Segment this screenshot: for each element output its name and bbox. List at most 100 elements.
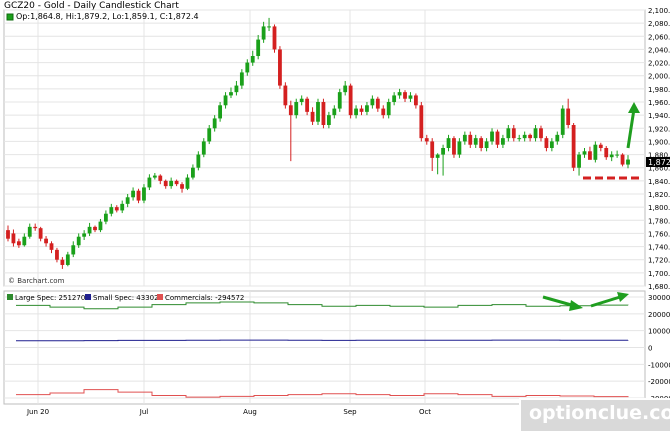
- candle-body: [120, 203, 125, 211]
- candle-body: [174, 180, 179, 185]
- candle-body: [272, 26, 277, 50]
- candle-body: [511, 128, 516, 139]
- candle-body: [484, 141, 489, 148]
- candle-body: [299, 98, 304, 102]
- candle-body: [593, 144, 598, 160]
- candle-body: [419, 105, 424, 139]
- candle-body: [223, 95, 228, 106]
- cot-axis: 3000002000001000000-100000-200000-300000: [648, 294, 670, 403]
- candle-body: [359, 108, 364, 112]
- y-tick-label: 2,000.0: [648, 73, 670, 81]
- candle-body: [196, 154, 201, 168]
- candle-body: [60, 259, 65, 265]
- candle-body: [348, 85, 353, 116]
- y-tick-label: 2,080.0: [648, 20, 670, 28]
- candle-body: [44, 238, 48, 244]
- watermark: © Barchart.com: [8, 277, 65, 285]
- candle-body: [381, 108, 386, 116]
- y-tick-label: 2,100.0: [648, 7, 670, 15]
- y-tick-label: 1,740.0: [648, 244, 670, 252]
- candle-body: [626, 159, 630, 165]
- candle-body: [354, 108, 358, 116]
- candle-body: [180, 184, 184, 189]
- candle-body: [430, 141, 435, 158]
- candle-body: [413, 95, 418, 106]
- cot-y-tick-label: 0: [648, 345, 652, 353]
- price-axis: 1,680.0 1,700.0 1,720.0 1,740.0 1,760.0 1,780…: [648, 7, 670, 291]
- candle-body: [365, 105, 369, 112]
- candle-body: [441, 148, 445, 155]
- candle-body: [218, 105, 223, 119]
- candle-body: [310, 111, 315, 122]
- candle-body: [403, 92, 407, 99]
- candle-body: [11, 233, 16, 244]
- candle-body: [212, 118, 217, 129]
- candle-body: [392, 95, 397, 102]
- cot-y-tick-label: 300000: [648, 294, 670, 302]
- candle-body: [256, 39, 261, 56]
- candle-body: [6, 230, 10, 239]
- candle-body: [27, 226, 32, 237]
- legend-small-spec: Small Spec: 43302: [93, 294, 159, 302]
- candle-body: [82, 233, 87, 237]
- y-tick-label: 1,840.0: [648, 178, 670, 186]
- candle-body: [582, 151, 587, 155]
- last-price-label: 1,872.4: [648, 158, 670, 167]
- y-tick-label: 2,060.0: [648, 33, 670, 41]
- candle-body: [375, 98, 380, 109]
- candle-body: [93, 226, 97, 231]
- price-panel: [3, 9, 646, 287]
- logo-text: optionclue.com: [529, 402, 670, 424]
- candle-body: [305, 98, 310, 112]
- y-tick-label: 1,680.0: [648, 283, 670, 291]
- y-tick-label: 1,800.0: [648, 204, 670, 212]
- candle-body: [16, 241, 21, 246]
- candle-body: [261, 26, 266, 40]
- candle-body: [337, 92, 342, 109]
- y-tick-label: 1,940.0: [648, 112, 670, 120]
- x-tick-label: Jul: [139, 408, 149, 416]
- candle-body: [185, 177, 190, 189]
- candle-body: [549, 141, 554, 148]
- candle-body: [33, 226, 38, 229]
- candle-body: [468, 134, 473, 145]
- chart-svg: 1,680.0 1,700.0 1,720.0 1,740.0 1,760.0 1,780…: [3, 7, 670, 416]
- candle-body: [169, 180, 174, 187]
- candle-body: [566, 108, 571, 125]
- y-tick-label: 1,980.0: [648, 86, 670, 94]
- candle-body: [131, 190, 135, 198]
- candle-body: [125, 197, 130, 204]
- candle-body: [278, 49, 282, 86]
- candle-body: [239, 72, 244, 86]
- candle-body: [588, 151, 592, 160]
- candle-body: [316, 102, 320, 122]
- candle-body: [288, 105, 293, 116]
- candle-body: [229, 92, 233, 96]
- candle-body: [136, 190, 141, 201]
- candle-body: [495, 131, 500, 145]
- candle-body: [147, 177, 152, 188]
- candle-body: [234, 85, 239, 93]
- candle-body: [452, 138, 456, 155]
- candle-body: [560, 108, 565, 135]
- y-tick-label: 2,020.0: [648, 60, 670, 68]
- candle-body: [76, 236, 81, 246]
- candle-body: [343, 85, 348, 93]
- candle-body: [152, 175, 157, 178]
- candle-body: [517, 138, 522, 140]
- y-tick-label: 1,700.0: [648, 270, 670, 278]
- y-tick-label: 1,720.0: [648, 257, 670, 265]
- candle-body: [103, 213, 108, 222]
- candle-body: [201, 141, 206, 155]
- candle-body: [158, 175, 163, 181]
- candle-body: [577, 154, 581, 168]
- candle-body: [55, 249, 59, 260]
- candle-body: [571, 125, 576, 168]
- cot-legend: Large Spec: 251270 Small Spec: 43302 Com…: [7, 294, 244, 302]
- candle-body: [22, 236, 27, 246]
- candle-body: [87, 226, 92, 234]
- candle-body: [506, 128, 511, 139]
- candle-body: [250, 56, 255, 63]
- logo: optionclue.com: [519, 398, 670, 431]
- candle-body: [528, 134, 533, 139]
